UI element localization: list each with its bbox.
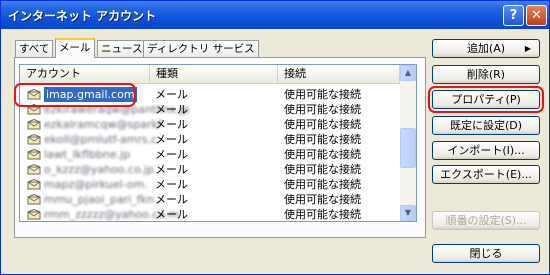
account-connection: 使用可能な接続 <box>284 193 361 206</box>
account-name: imap.gmail.com <box>44 87 137 102</box>
tab-all[interactable]: すべて <box>15 40 54 57</box>
column-header-type[interactable]: 種類 <box>150 65 278 83</box>
account-type: メール <box>155 133 188 146</box>
account-name: ezkalramcqw@sparkf <box>44 118 162 131</box>
list-item[interactable]: rmm_zzzzz@yahoo.co.m メール 使用可能な接続 <box>20 207 400 221</box>
account-connection: 使用可能な接続 <box>284 88 361 101</box>
mail-account-icon <box>27 134 41 145</box>
account-name: o_kzzz@yahoo.co.jp <box>44 163 155 176</box>
list-header: アカウント 種類 接続 <box>20 65 400 84</box>
scroll-down-button[interactable]: ▼ <box>400 205 416 221</box>
column-header-connection[interactable]: 接続 <box>278 65 400 83</box>
window-title: インターネット アカウント <box>8 9 157 23</box>
account-type: メール <box>155 163 188 176</box>
account-connection: 使用可能な接続 <box>284 118 361 131</box>
tab-news[interactable]: ニュース <box>97 40 147 57</box>
help-button[interactable]: ? <box>503 5 524 26</box>
add-button-label: 追加(A) <box>466 42 506 55</box>
account-type: メール <box>155 178 188 191</box>
remove-button[interactable]: 削除(R) <box>432 65 540 84</box>
mail-account-icon <box>27 89 41 100</box>
account-name: mmu_pjaoi_pari_fkn.. <box>44 193 161 206</box>
account-name: mapz@pirkuel-om. <box>44 178 148 191</box>
account-connection: 使用可能な接続 <box>284 178 361 191</box>
scroll-thumb[interactable] <box>400 128 416 168</box>
set-default-button[interactable]: 既定に設定(D) <box>432 116 540 135</box>
list-item[interactable]: lawt_lkflbbne.jp メール 使用可能な接続 <box>20 147 400 162</box>
account-name: lawt_lkflbbne.jp <box>44 148 131 161</box>
mail-account-icon <box>27 149 41 160</box>
account-connection: 使用可能な接続 <box>284 208 361 221</box>
account-connection: 使用可能な接続 <box>284 148 361 161</box>
mail-account-icon <box>27 164 41 175</box>
close-window-button[interactable]: ✕ <box>526 5 547 26</box>
account-type: メール <box>155 208 188 221</box>
mail-account-icon <box>27 119 41 130</box>
scroll-up-button[interactable]: ▲ <box>400 65 416 81</box>
account-type: メール <box>155 193 188 206</box>
tab-directory-service[interactable]: ディレクトリ サービス <box>143 40 259 57</box>
account-connection: 使用可能な接続 <box>284 103 361 116</box>
set-order-button[interactable]: 順番の設定(S)... <box>432 211 540 230</box>
add-button[interactable]: 追加(A) ▶ <box>432 39 540 58</box>
submenu-arrow-icon: ▶ <box>524 44 531 53</box>
account-type: メール <box>155 88 188 101</box>
account-name: ekoll@pmlutf-amrs.c <box>44 133 158 146</box>
list-item[interactable]: imap.gmail.com メール 使用可能な接続 <box>20 87 400 102</box>
list-item[interactable]: ezkalramcqw@sparkf メール 使用可能な接続 <box>20 117 400 132</box>
account-type: メール <box>155 118 188 131</box>
account-type: メール <box>155 148 188 161</box>
column-header-account[interactable]: アカウント <box>20 65 150 83</box>
account-connection: 使用可能な接続 <box>284 163 361 176</box>
account-list[interactable]: アカウント 種類 接続 imap.gmail.com メール 使用可能な接続 ezki… <box>19 64 417 222</box>
internet-accounts-dialog: インターネット アカウント ? ✕ すべて メール ニュース ディレクトリ サー… <box>0 0 550 275</box>
tab-mail[interactable]: メール <box>55 38 95 58</box>
title-bar[interactable]: インターネット アカウント ? ✕ <box>1 1 549 29</box>
list-item[interactable]: mmu_pjaoi_pari_fkn.. メール 使用可能な接続 <box>20 192 400 207</box>
vertical-scrollbar[interactable]: ▲ ▼ <box>400 65 416 221</box>
account-type: メール <box>155 103 188 116</box>
properties-button[interactable]: プロパティ(P) <box>432 90 540 109</box>
mail-account-icon <box>27 104 41 115</box>
mail-account-icon <box>27 209 41 220</box>
list-item[interactable]: o_kzzz@yahoo.co.jp メール 使用可能な接続 <box>20 162 400 177</box>
list-item[interactable]: mapz@pirkuel-om. メール 使用可能な接続 <box>20 177 400 192</box>
mail-account-icon <box>27 179 41 190</box>
list-item[interactable]: ekoll@pmlutf-amrs.c メール 使用可能な接続 <box>20 132 400 147</box>
close-button[interactable]: 閉じる <box>432 244 540 263</box>
mail-account-icon <box>27 194 41 205</box>
list-item[interactable]: ezkiraweraqw@pantlinx.jp メール 使用可能な接続 <box>20 102 400 117</box>
import-button[interactable]: インポート(I)... <box>432 141 540 160</box>
account-connection: 使用可能な接続 <box>284 133 361 146</box>
export-button[interactable]: エクスポート(E)... <box>432 165 540 184</box>
